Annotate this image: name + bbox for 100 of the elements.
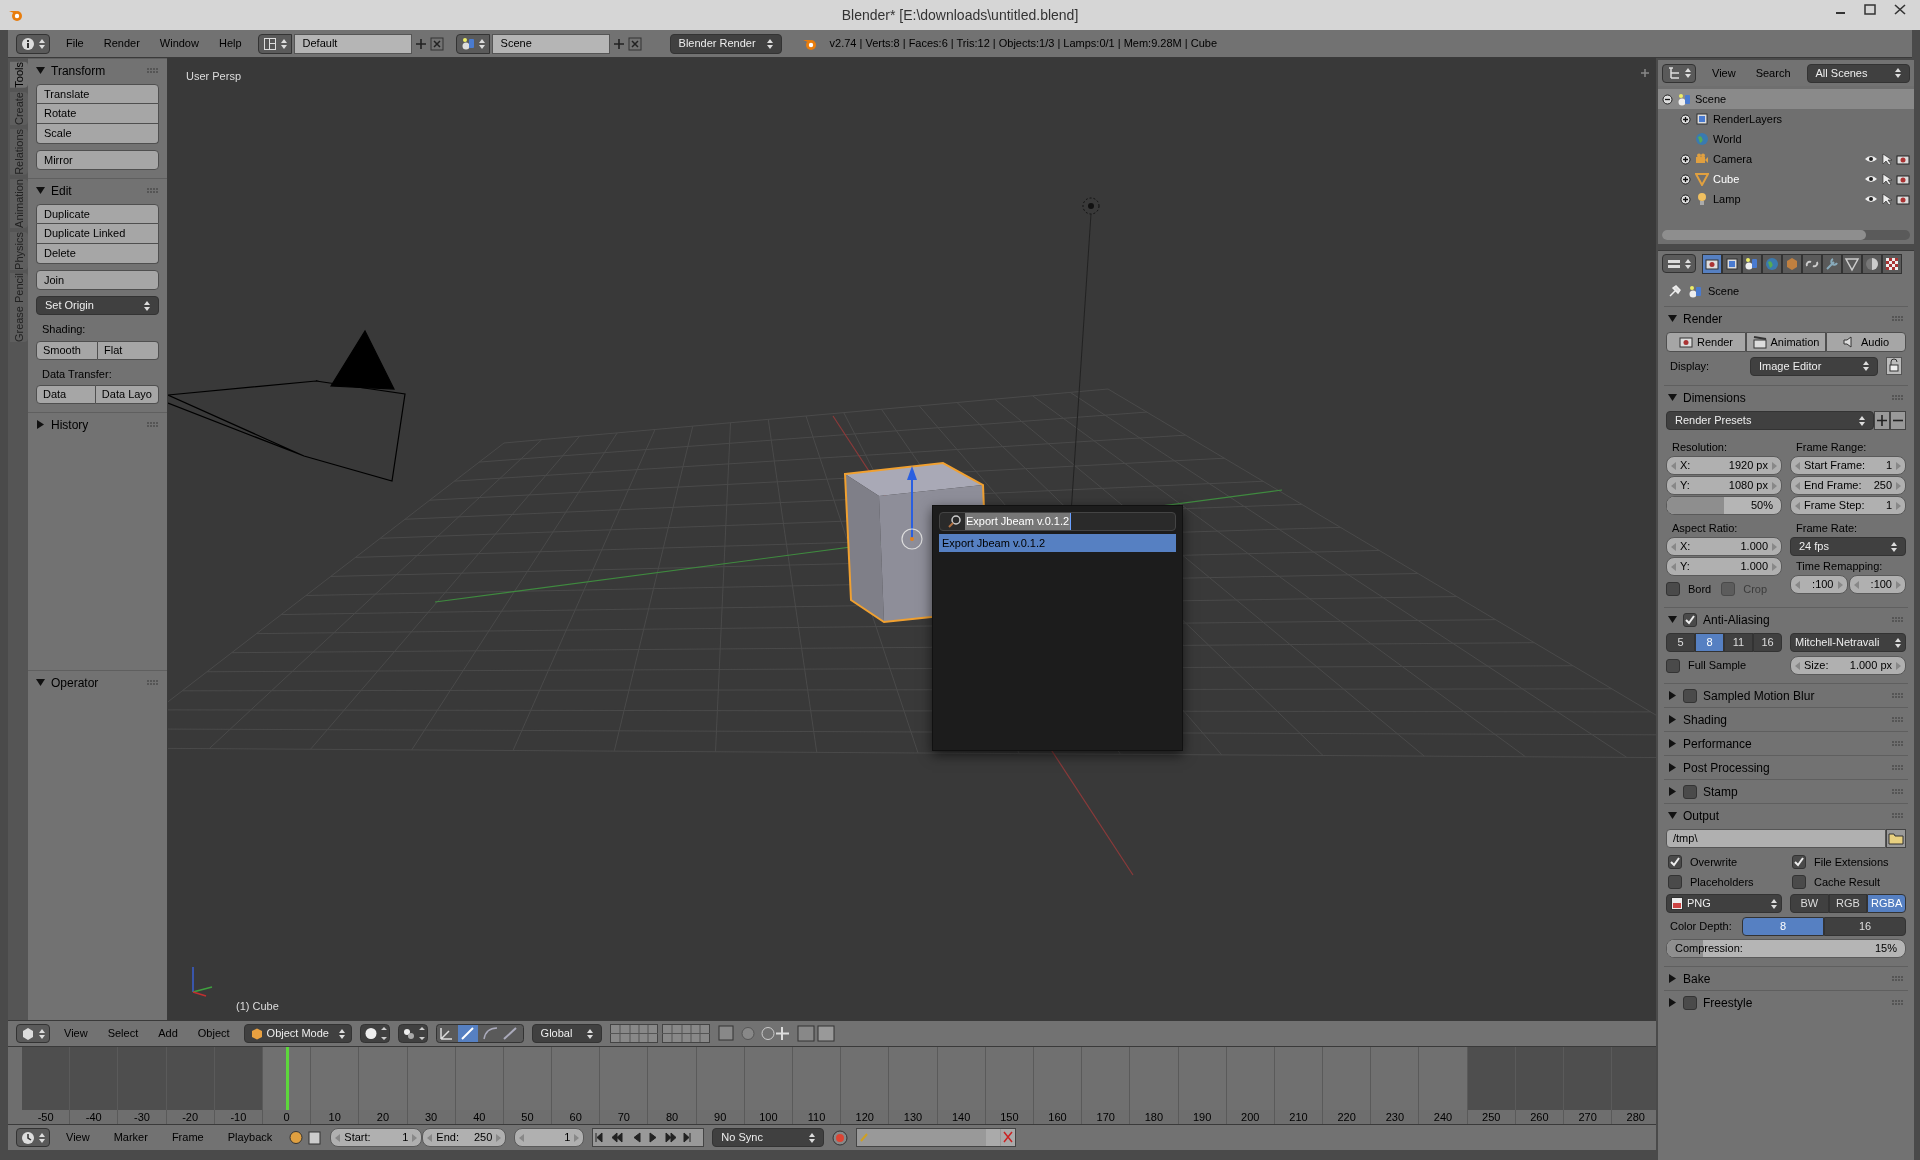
filter-dropdown[interactable]: Mitchell-Netravali xyxy=(1790,633,1906,652)
checkbox[interactable] xyxy=(1792,875,1806,889)
tool-button[interactable]: Flat xyxy=(98,340,159,360)
panel-title[interactable]: Output xyxy=(1683,806,1886,825)
number-field[interactable]: Start Frame: 1 xyxy=(1790,456,1906,475)
editor-type-button[interactable] xyxy=(1662,63,1696,83)
number-field[interactable]: :100 xyxy=(1790,575,1848,594)
menu-item[interactable]: Frame xyxy=(163,1129,212,1146)
menu-item[interactable]: View xyxy=(58,1025,94,1042)
search-field[interactable]: Export Jbeam v.0.1.2 xyxy=(939,512,1176,531)
panel-title[interactable]: Dimensions xyxy=(1683,388,1886,407)
disclosure-triangle-icon[interactable] xyxy=(36,186,45,195)
tree-item-label[interactable]: World xyxy=(1713,130,1742,148)
disclosure-triangle-icon[interactable] xyxy=(1668,715,1677,724)
menu-item[interactable]: Window xyxy=(155,35,203,52)
panel-title[interactable]: Sampled Motion Blur xyxy=(1703,686,1886,705)
number-field[interactable]: Y: 1080 px xyxy=(1666,476,1782,495)
add-icon[interactable] xyxy=(611,36,626,51)
panel-title[interactable]: Anti-Aliasing xyxy=(1703,610,1886,629)
disclosure-triangle-icon[interactable] xyxy=(1668,998,1677,1007)
camera-icon[interactable] xyxy=(1896,193,1910,205)
path-field[interactable]: /tmp\ xyxy=(1666,829,1886,848)
editor-type-button[interactable] xyxy=(16,33,50,54)
camera-icon[interactable] xyxy=(1896,173,1910,185)
panel-title[interactable]: Performance xyxy=(1683,734,1886,753)
checkbox[interactable] xyxy=(1683,688,1697,703)
expand-icon[interactable] xyxy=(1680,193,1691,205)
panel-title[interactable]: Bake xyxy=(1683,969,1886,988)
plus-icon[interactable] xyxy=(1640,68,1650,78)
toggle-button[interactable]: 11 xyxy=(1724,633,1753,652)
tree-row[interactable]: Camera xyxy=(1658,149,1914,169)
tool-button[interactable]: Smooth xyxy=(36,340,98,360)
cursor-icon[interactable] xyxy=(1882,193,1892,205)
tool-button[interactable]: Duplicate Linked xyxy=(36,224,159,244)
tree-row[interactable]: World xyxy=(1658,129,1914,149)
folder-icon[interactable] xyxy=(1886,829,1906,848)
scrollbar-thumb[interactable] xyxy=(1662,230,1866,240)
tool-button[interactable]: Scale xyxy=(36,124,159,144)
checkbox[interactable] xyxy=(1683,784,1697,799)
checkbox[interactable] xyxy=(1683,612,1697,627)
disclosure-triangle-icon[interactable] xyxy=(1668,691,1677,700)
selector-button[interactable] xyxy=(257,33,292,54)
display-dropdown[interactable]: Image Editor xyxy=(1750,356,1878,376)
tree-row[interactable]: Cube xyxy=(1658,169,1914,189)
context-tab[interactable] xyxy=(1742,253,1762,274)
menu-item[interactable]: Playback xyxy=(219,1129,281,1146)
context-tab[interactable] xyxy=(1722,253,1742,274)
close-icon[interactable] xyxy=(627,36,642,51)
collapse-icon[interactable] xyxy=(1662,93,1673,105)
context-tab[interactable] xyxy=(1802,253,1822,274)
add-icon[interactable] xyxy=(413,36,428,51)
presets-dropdown[interactable]: Render Presets xyxy=(1666,411,1874,430)
expand-icon[interactable] xyxy=(1680,153,1691,165)
tool-button[interactable]: Data xyxy=(36,385,96,404)
sync-dropdown[interactable]: No Sync xyxy=(712,1128,825,1147)
expand-icon[interactable] xyxy=(1680,113,1691,125)
format-dropdown[interactable]: PNG xyxy=(1666,894,1782,913)
camera-icon[interactable] xyxy=(1896,153,1910,165)
toggle-button[interactable]: 16 xyxy=(1753,633,1782,652)
panel-title[interactable]: Transform xyxy=(51,61,141,80)
context-tab[interactable] xyxy=(1862,253,1882,274)
number-field[interactable]: Size: 1.000 px xyxy=(1790,656,1906,675)
toggle-button[interactable]: 5 xyxy=(1666,633,1695,652)
panel-title[interactable]: Stamp xyxy=(1703,782,1886,801)
disclosure-triangle-icon[interactable] xyxy=(1668,393,1677,402)
pivot-icon[interactable] xyxy=(397,1024,428,1043)
menu-item[interactable]: Select xyxy=(101,1025,145,1042)
editor-type-button[interactable] xyxy=(16,1024,50,1043)
disclosure-triangle-icon[interactable] xyxy=(36,66,45,75)
context-tab[interactable] xyxy=(1842,253,1862,274)
name-field[interactable]: Default xyxy=(293,33,412,54)
disclosure-triangle-icon[interactable] xyxy=(36,420,45,429)
render-button[interactable]: Animation xyxy=(1746,332,1826,352)
pin-icon[interactable] xyxy=(1668,284,1682,298)
tree-row[interactable]: Lamp xyxy=(1658,189,1914,209)
render-engine-dropdown[interactable]: Blender Render xyxy=(669,33,782,54)
menu-item[interactable]: Search xyxy=(1751,64,1795,82)
disclosure-triangle-icon[interactable] xyxy=(1668,739,1677,748)
disclosure-triangle-icon[interactable] xyxy=(1668,615,1677,624)
number-field[interactable]: End: 250 xyxy=(422,1128,507,1147)
menu-item[interactable]: Render xyxy=(99,35,144,52)
tool-button[interactable]: Data Layo xyxy=(95,385,159,404)
editor-type-button[interactable] xyxy=(1662,254,1696,273)
cursor-icon[interactable] xyxy=(1882,153,1892,165)
scrollbar-track[interactable] xyxy=(1662,230,1910,240)
tool-button[interactable]: Duplicate xyxy=(36,204,159,224)
shading-icon[interactable] xyxy=(359,1024,390,1043)
eye-icon[interactable] xyxy=(1864,174,1878,184)
frame-rate-dropdown[interactable]: 24 fps xyxy=(1790,537,1906,556)
panel-title[interactable]: Operator xyxy=(51,673,141,692)
mode-dropdown[interactable]: Object Mode xyxy=(243,1024,352,1043)
remove-icon[interactable] xyxy=(1890,411,1906,430)
number-field[interactable]: 1 xyxy=(514,1128,585,1147)
slider[interactable]: Compression: 15% xyxy=(1666,939,1906,958)
number-field[interactable]: Frame Step: 1 xyxy=(1790,496,1906,515)
add-icon[interactable] xyxy=(1874,411,1890,430)
playhead-line[interactable] xyxy=(285,1047,289,1110)
search-result[interactable]: Export Jbeam v.0.1.2 xyxy=(939,534,1176,552)
menu-item[interactable]: Marker xyxy=(105,1129,156,1146)
number-field[interactable]: X: 1920 px xyxy=(1666,456,1782,475)
